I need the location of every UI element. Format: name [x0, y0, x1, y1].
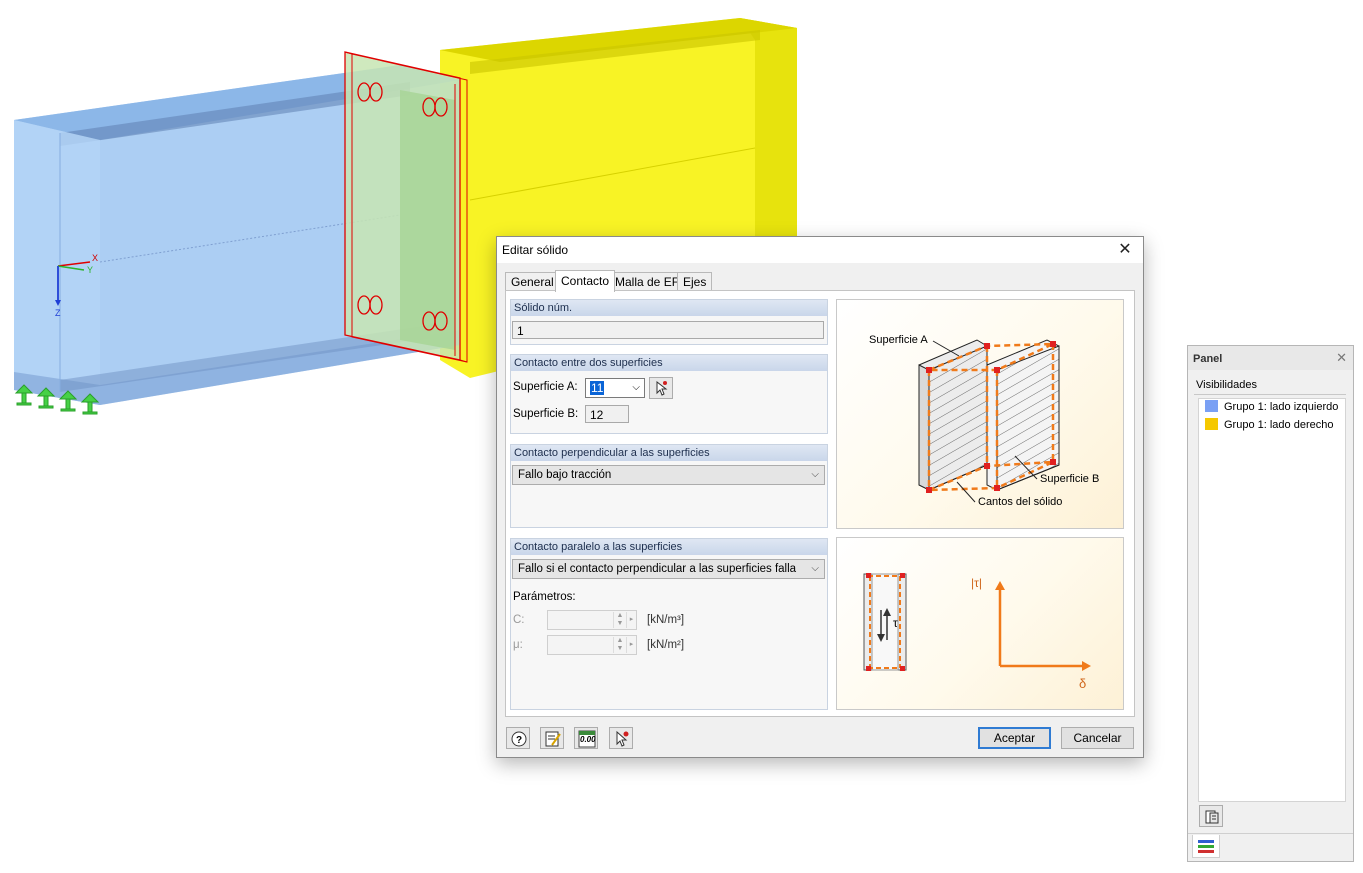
visibility-section-label: Visibilidades — [1196, 379, 1257, 391]
delta-label: δ — [1079, 676, 1087, 691]
close-icon[interactable]: ✕ — [1336, 350, 1347, 366]
panel-tab-visibility[interactable] — [1192, 835, 1220, 858]
solid-number-header: Sólido núm. — [511, 300, 827, 316]
panel-header: Panel ✕ — [1188, 346, 1353, 370]
help-button[interactable]: ? — [506, 727, 530, 749]
pick-cursor-icon — [656, 380, 668, 396]
axis-triad: X Y Z — [50, 250, 110, 320]
contact-surfaces-figure: Superficie A Superficie B Cantos del sól… — [836, 299, 1124, 529]
surface-b-label: Superficie B: — [513, 408, 579, 420]
shear-slip-figure: τ |τ| δ — [836, 537, 1124, 710]
help-icon: ? — [511, 731, 527, 747]
perpendicular-contact-value: Fallo bajo tracción — [518, 469, 612, 481]
panel-settings-icon — [1205, 810, 1219, 824]
parallel-contact-select[interactable]: Fallo si el contacto perpendicular a las… — [512, 559, 825, 579]
visibility-item-left[interactable]: Grupo 1: lado izquierdo — [1205, 399, 1338, 415]
c-label: C: — [513, 614, 525, 626]
abs-tau-label: |τ| — [971, 576, 982, 590]
layers-icon — [1198, 840, 1214, 853]
surface-a-label: Superficie A: — [513, 381, 578, 393]
spinner-arrows-icon: ▲ ▼ — [613, 612, 626, 628]
contact-surfaces-group: Contacto entre dos superficies Superfici… — [510, 354, 828, 434]
perpendicular-contact-header: Contacto perpendicular a las superficies — [511, 445, 827, 461]
surface-b-field: 12 — [585, 405, 629, 423]
side-panel: Panel ✕ Visibilidades Grupo 1: lado izqu… — [1187, 345, 1354, 862]
tau-label: τ — [893, 616, 898, 630]
visibility-list: Grupo 1: lado izquierdo Grupo 1: lado de… — [1198, 398, 1346, 802]
axis-y-label: Y — [87, 265, 94, 275]
spinner-arrows-icon: ▲ ▼ — [613, 637, 626, 653]
axis-x-label: X — [92, 253, 99, 263]
mu-label: μ: — [513, 639, 523, 651]
panel-settings-button[interactable] — [1199, 805, 1223, 827]
color-swatch — [1205, 418, 1218, 430]
tab-general[interactable]: General — [505, 272, 560, 291]
divider — [1194, 394, 1346, 395]
tab-contact[interactable]: Contacto — [555, 270, 616, 292]
chevron-down-icon: ⌵ — [811, 469, 819, 480]
chevron-down-icon: ⌵ — [811, 563, 819, 574]
mu-unit: [kN/m²] — [647, 639, 685, 651]
units-button[interactable]: 0.00 — [574, 727, 598, 749]
visibility-item-label: Grupo 1: lado izquierdo — [1224, 401, 1339, 413]
solid-number-field: 1 — [512, 321, 824, 339]
panel-title: Panel — [1193, 353, 1223, 365]
dialog-titlebar[interactable]: Editar sólido ✕ — [497, 237, 1143, 263]
color-swatch — [1205, 400, 1218, 412]
pick-icon — [616, 730, 629, 747]
edit-button[interactable] — [540, 727, 564, 749]
edit-icon — [545, 731, 561, 747]
dialog-title: Editar sólido — [502, 243, 569, 257]
chevron-down-icon: ⌵ — [632, 382, 640, 393]
units-icon-text: 0.00 — [580, 735, 596, 744]
surface-a-caption: Superficie A — [869, 334, 928, 346]
surface-a-value: 11 — [590, 381, 605, 395]
parallel-contact-header: Contacto paralelo a las superficies — [511, 539, 827, 555]
parallel-contact-value: Fallo si el contacto perpendicular a las… — [518, 563, 797, 575]
c-unit: [kN/m³] — [647, 614, 685, 626]
ok-button[interactable]: Aceptar — [978, 727, 1051, 749]
parameters-label: Parámetros: — [513, 591, 576, 603]
visibility-item-label: Grupo 1: lado derecho — [1224, 419, 1334, 431]
contact-tab-page: Sólido núm. 1 Contacto entre dos superfi… — [505, 290, 1135, 717]
arrow-right-icon: ▸ — [626, 637, 636, 653]
end-plate — [344, 51, 468, 363]
mu-input: ▲ ▼ ▸ — [547, 635, 637, 655]
solid-edges-caption: Cantos del sólido — [978, 496, 1063, 508]
surface-a-combo[interactable]: 11 ⌵ — [585, 378, 645, 398]
contact-surfaces-header: Contacto entre dos superficies — [511, 355, 827, 371]
perpendicular-contact-select[interactable]: Fallo bajo tracción ⌵ — [512, 465, 825, 485]
divider — [1188, 833, 1353, 834]
close-icon[interactable]: ✕ — [1115, 240, 1135, 260]
solid-number-group: Sólido núm. 1 — [510, 299, 828, 345]
cancel-button[interactable]: Cancelar — [1061, 727, 1134, 749]
pick-button[interactable] — [609, 727, 633, 749]
c-input: ▲ ▼ ▸ — [547, 610, 637, 630]
perpendicular-contact-group: Contacto perpendicular a las superficies… — [510, 444, 828, 528]
tab-axes[interactable]: Ejes — [677, 272, 713, 291]
svg-text:?: ? — [516, 735, 522, 746]
visibility-item-right[interactable]: Grupo 1: lado derecho — [1205, 417, 1333, 433]
tab-fe-mesh[interactable]: Malla de EF — [609, 272, 686, 291]
edit-solid-dialog: Editar sólido ✕ General Contacto Malla d… — [496, 236, 1144, 758]
surface-b-caption: Superficie B — [1040, 473, 1100, 485]
axis-z-label: Z — [55, 308, 61, 318]
arrow-right-icon: ▸ — [626, 612, 636, 628]
parallel-contact-group: Contacto paralelo a las superficies Fall… — [510, 538, 828, 710]
pick-surface-a-button[interactable] — [649, 377, 673, 399]
